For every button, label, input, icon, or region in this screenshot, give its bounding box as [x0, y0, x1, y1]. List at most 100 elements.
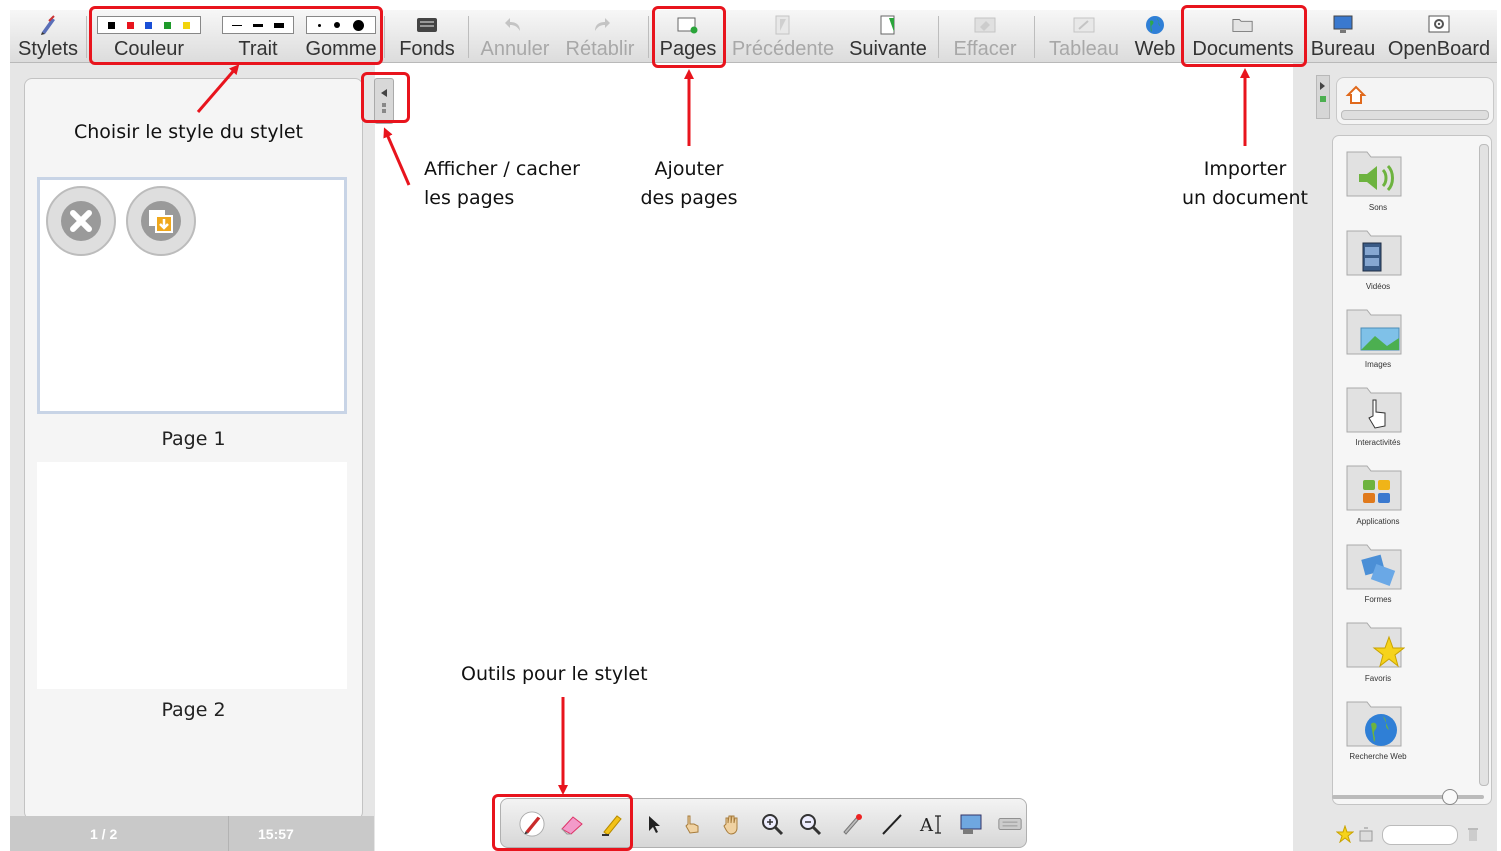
folder-recherche-web[interactable]: [1345, 694, 1405, 754]
toolbar-divider: [384, 16, 385, 58]
add-folder-icon[interactable]: [1358, 825, 1374, 843]
star-icon[interactable]: [1336, 825, 1354, 843]
note-toggle-pages-1: Afficher / cacher: [424, 158, 580, 180]
note-import-doc-1: Importer: [1203, 158, 1287, 180]
hand-tool[interactable]: [719, 811, 745, 837]
folder-applications[interactable]: [1345, 458, 1405, 518]
folder-formes[interactable]: [1345, 537, 1405, 597]
text-tool[interactable]: A: [919, 811, 945, 837]
background-icon: [416, 15, 438, 35]
film-icon: [1346, 230, 1402, 276]
keyboard-icon: [998, 817, 1022, 831]
tableau-button[interactable]: Tableau: [1042, 12, 1126, 60]
toolbar-label: Stylets: [17, 38, 79, 60]
play-tool[interactable]: [679, 811, 705, 837]
screen-capture-icon: [960, 814, 982, 834]
toolbar-label: Fonds: [399, 38, 455, 60]
fonds-button[interactable]: Fonds: [392, 12, 462, 60]
folder-favoris[interactable]: [1345, 615, 1406, 675]
library-scrollbar[interactable]: [1479, 144, 1489, 786]
slider-handle[interactable]: [1442, 789, 1458, 805]
toolbar-divider: [468, 16, 469, 58]
page-thumbnail-1[interactable]: [37, 177, 347, 414]
zoom-out-icon: [800, 814, 822, 836]
zoom-in-icon: [762, 814, 784, 836]
toggle-library-button[interactable]: [1316, 75, 1330, 119]
laser-pointer-tool[interactable]: [839, 811, 865, 837]
folder-label: Vidéos: [1365, 282, 1391, 291]
globe-icon: [1346, 701, 1402, 747]
selector-tool[interactable]: [641, 811, 667, 837]
toolbar-label: Tableau: [1048, 38, 1120, 60]
folder-label: Formes: [1364, 595, 1392, 604]
folder-videos[interactable]: [1345, 223, 1405, 283]
library-path-scrollbar[interactable]: [1341, 110, 1489, 120]
clear-icon: [974, 15, 996, 35]
precedente-button[interactable]: Précédente: [726, 12, 840, 60]
sound-icon: [1346, 151, 1402, 197]
zoom-out-tool[interactable]: [797, 811, 823, 837]
stylus-icon: [37, 15, 59, 35]
next-page-icon: [877, 15, 899, 35]
toolbar-label: Rétablir: [565, 38, 635, 60]
note-add-pages-1: Ajouter: [654, 158, 724, 180]
annuler-button[interactable]: Annuler: [476, 12, 554, 60]
stylets-button[interactable]: Stylets: [12, 12, 84, 60]
home-icon[interactable]: [1345, 84, 1367, 106]
suivante-button[interactable]: Suivante: [844, 12, 932, 60]
duplicate-icon: [141, 201, 181, 241]
globe-icon: [1144, 15, 1166, 35]
hand-icon: [723, 815, 738, 835]
toolbar-label: Bureau: [1310, 38, 1376, 60]
note-import-doc-2: un document: [1182, 187, 1308, 209]
zoom-in-tool[interactable]: [759, 811, 785, 837]
line-icon: [882, 814, 902, 835]
page-label-1: Page 1: [161, 428, 226, 450]
virtual-keyboard-tool[interactable]: [997, 811, 1023, 837]
toolbar-label: Effacer: [953, 38, 1017, 60]
previous-page-icon: [772, 15, 794, 35]
toolbar-divider: [648, 16, 649, 58]
folder-label: Sons: [1368, 203, 1388, 212]
note-stylus-style: Choisir le style du stylet: [74, 121, 304, 143]
trash-icon[interactable]: [1466, 825, 1480, 843]
highlight-documents-button: [1181, 5, 1307, 67]
bureau-button[interactable]: Bureau: [1306, 12, 1380, 60]
folder-interactivites[interactable]: [1345, 380, 1405, 440]
pages-panel: Page 1 Page 2: [24, 78, 363, 820]
web-button[interactable]: Web: [1128, 12, 1182, 60]
thumbnail-size-slider[interactable]: [1332, 789, 1484, 805]
page-label-2: Page 2: [161, 699, 226, 721]
redo-icon: [589, 15, 611, 35]
toolbar-label: OpenBoard: [1387, 38, 1491, 60]
highlight-stylus-style: [89, 6, 383, 65]
gear-icon: [1428, 15, 1450, 35]
folder-label: Applications: [1356, 517, 1400, 526]
capture-tool[interactable]: [959, 811, 985, 837]
desktop-icon: [1332, 15, 1354, 35]
folder-images[interactable]: [1345, 302, 1405, 362]
delete-page-button[interactable]: [46, 186, 116, 256]
page-thumbnail-2[interactable]: [37, 462, 347, 689]
svg-text:A: A: [919, 815, 934, 836]
duplicate-page-button[interactable]: [126, 186, 196, 256]
folder-label: Interactivités: [1355, 438, 1401, 447]
folder-sons[interactable]: [1345, 144, 1405, 204]
openboard-button[interactable]: OpenBoard: [1384, 12, 1494, 60]
clock: 15:57: [258, 826, 294, 842]
retablir-button[interactable]: Rétablir: [558, 12, 642, 60]
effacer-button[interactable]: Effacer: [946, 12, 1024, 60]
note-toggle-pages-2: les pages: [424, 187, 515, 209]
library-search-input[interactable]: [1382, 825, 1458, 845]
board-icon: [1073, 15, 1095, 35]
close-icon: [61, 201, 101, 241]
toolbar-divider: [938, 16, 939, 58]
toolbar-label: Suivante: [849, 38, 927, 60]
line-tool[interactable]: [879, 811, 905, 837]
star-icon: [1346, 622, 1406, 668]
toolbar-label: Précédente: [731, 38, 835, 60]
hand-pointer-icon: [685, 815, 699, 834]
library-panel: Sons Vidéos Images Interactivités Applic…: [1316, 63, 1497, 851]
folder-label: Favoris: [1364, 674, 1392, 683]
shapes-icon: [1346, 544, 1402, 590]
